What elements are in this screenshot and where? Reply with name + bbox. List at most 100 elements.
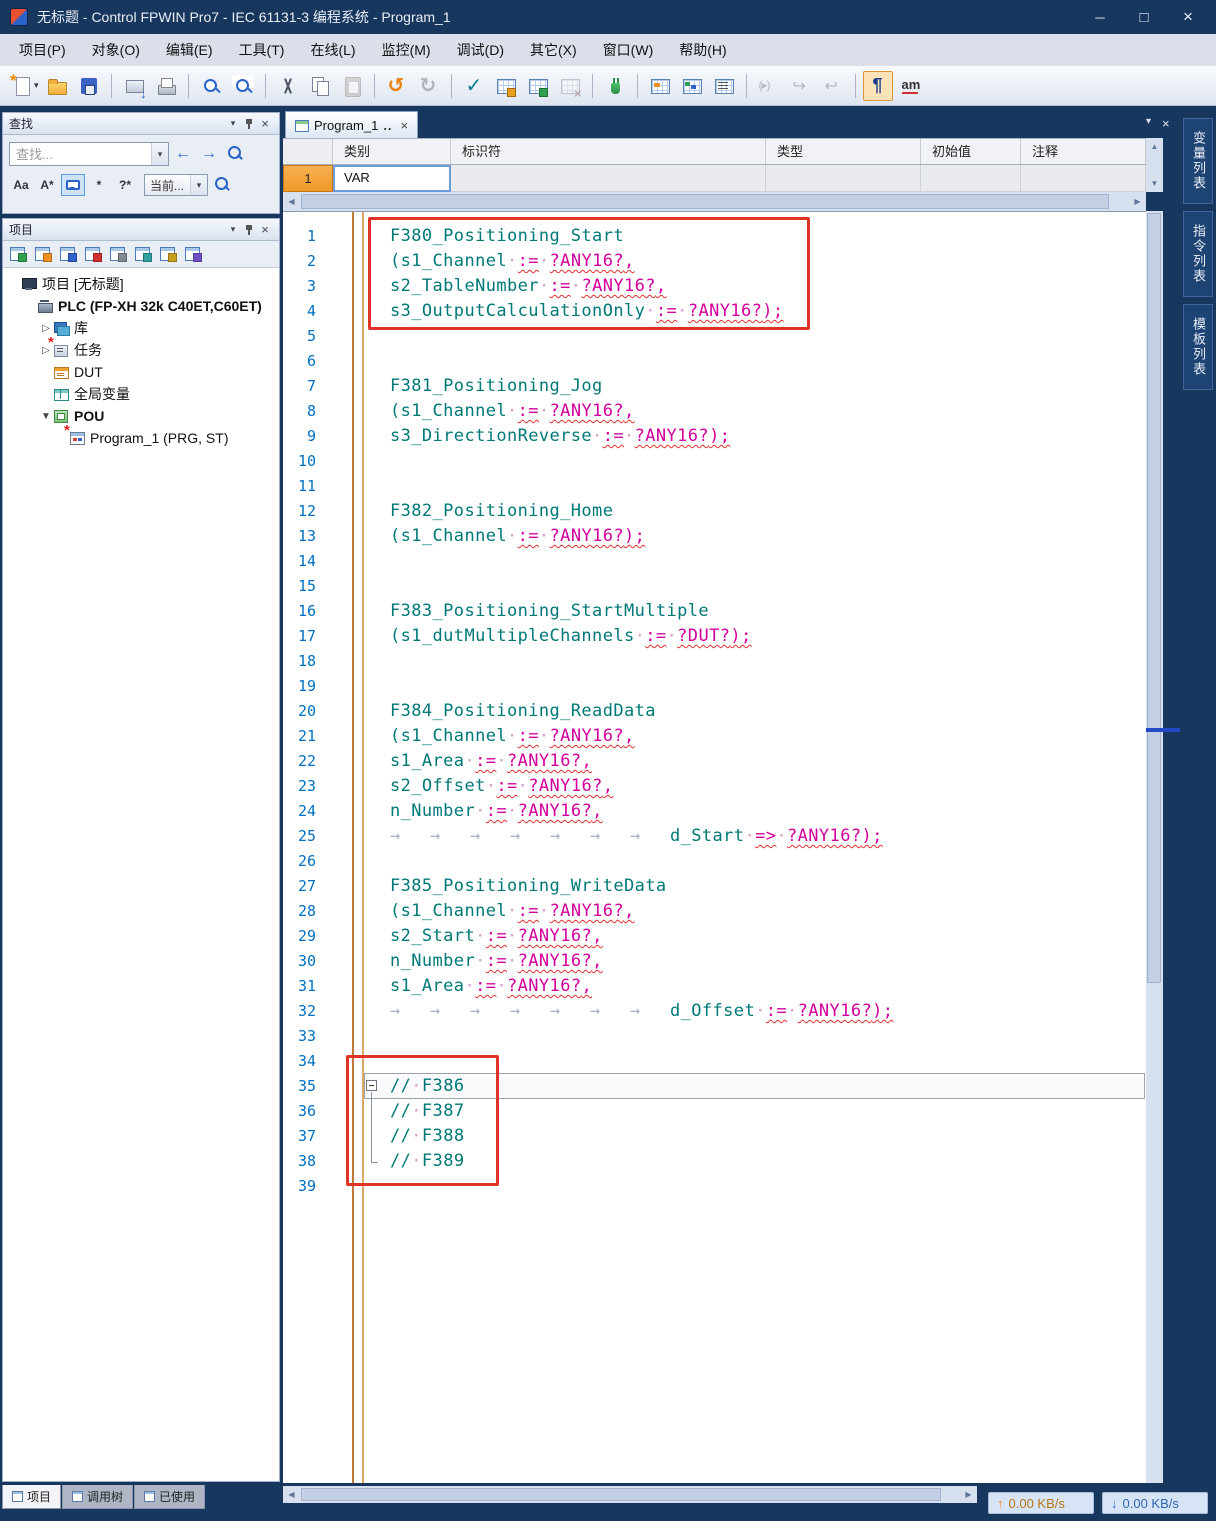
find-next-button[interactable] (197, 142, 221, 166)
panel-menu-icon[interactable] (225, 116, 241, 132)
add-dut-button[interactable] (32, 243, 54, 265)
code-line[interactable]: //·F389 (390, 1149, 1146, 1174)
open-object-button[interactable] (107, 243, 129, 265)
side-tab-variable-list[interactable]: 变量列表 (1183, 118, 1213, 204)
tree-item-library[interactable]: ▷库 (3, 317, 279, 339)
column-header-identifier[interactable]: 标识符 (451, 139, 766, 164)
monitor-grid-button[interactable] (677, 71, 707, 101)
code-line[interactable]: s2_Start·:=·?ANY16?, (390, 924, 1146, 949)
search-icon[interactable] (223, 142, 247, 166)
code-line[interactable]: F385_Positioning_WriteData (390, 874, 1146, 899)
add-pou-button[interactable] (7, 243, 29, 265)
tree-item-plc[interactable]: PLC (FP-XH 32k C40ET,C60ET) (3, 295, 279, 317)
data-monitor-button[interactable] (709, 71, 739, 101)
breakpoint-clear-button[interactable] (818, 71, 848, 101)
delete-object-button[interactable] (132, 243, 154, 265)
code-line[interactable]: →→→→→→→d_Start·=>·?ANY16?); (390, 824, 1146, 849)
code-line[interactable]: F382_Positioning_Home (390, 499, 1146, 524)
properties-button[interactable] (157, 243, 179, 265)
show-special-characters-button[interactable] (863, 71, 893, 101)
import-button[interactable] (119, 71, 149, 101)
code-line[interactable]: (s1_Channel·:=·?ANY16?, (390, 249, 1146, 274)
code-line[interactable]: s1_Area·:=·?ANY16?, (390, 974, 1146, 999)
var-cell-initial-value[interactable] (921, 165, 1021, 192)
new-file-button[interactable]: ▾ (9, 71, 40, 101)
menu-edit[interactable]: 编辑(E) (153, 34, 226, 66)
code-line[interactable]: n_Number·:=·?ANY16?, (390, 949, 1146, 974)
match-word-button[interactable]: A* (35, 174, 59, 196)
code-editor[interactable]: 1234567891011121314151617181920212223242… (283, 211, 1146, 1483)
code-line[interactable]: n_Number·:=·?ANY16?, (390, 799, 1146, 824)
code-line[interactable]: s3_DirectionReverse·:=·?ANY16?); (390, 424, 1146, 449)
code-line[interactable]: →→→→→→→d_Offset·:=·?ANY16?); (390, 999, 1146, 1024)
code-line[interactable]: F384_Positioning_ReadData (390, 699, 1146, 724)
search-history-dropdown-icon[interactable] (151, 143, 168, 165)
copy-button[interactable] (305, 71, 335, 101)
code-line[interactable] (390, 349, 1146, 374)
scrollbar-thumb[interactable] (1147, 213, 1161, 983)
search-comments-button[interactable] (61, 174, 85, 196)
menu-debug[interactable]: 调试(D) (444, 34, 517, 66)
var-cell-type[interactable] (766, 165, 921, 192)
code-line[interactable] (390, 1049, 1146, 1074)
compile-button[interactable] (491, 71, 521, 101)
code-line[interactable]: (s1_dutMultipleChannels·:=·?DUT?); (390, 624, 1146, 649)
breakpoint-set-button[interactable] (786, 71, 816, 101)
close-document-icon[interactable] (1162, 116, 1170, 131)
check-project-button[interactable] (555, 71, 585, 101)
paste-object-button[interactable] (82, 243, 104, 265)
code-line[interactable]: s3_OutputCalculationOnly·:=·?ANY16?); (390, 299, 1146, 324)
view-mode-button[interactable] (182, 243, 204, 265)
code-line[interactable]: F380_Positioning_Start (390, 224, 1146, 249)
code-line[interactable] (390, 1024, 1146, 1049)
cut-button[interactable] (273, 71, 303, 101)
scope-dropdown-icon[interactable] (190, 175, 207, 195)
print-button[interactable] (151, 71, 181, 101)
code-line[interactable]: //·F387 (390, 1099, 1146, 1124)
code-line[interactable] (390, 474, 1146, 499)
menu-online[interactable]: 在线(L) (297, 34, 368, 66)
close-tab-icon[interactable] (401, 118, 409, 133)
scroll-up-icon[interactable] (1146, 138, 1163, 155)
search-input[interactable] (10, 143, 151, 165)
column-header-comment[interactable]: 注释 (1021, 139, 1146, 164)
grid-horizontal-scrollbar[interactable] (283, 192, 1146, 211)
redo-button[interactable] (414, 71, 444, 101)
code-line[interactable]: (s1_Channel·:=·?ANY16?, (390, 399, 1146, 424)
code-line[interactable]: (s1_Channel·:=·?ANY16?, (390, 899, 1146, 924)
close-panel-icon[interactable] (257, 116, 273, 132)
var-grid-row[interactable]: 1 VAR (283, 165, 1146, 192)
scroll-down-icon[interactable] (1146, 175, 1163, 192)
save-project-button[interactable] (74, 71, 104, 101)
menu-tools[interactable]: 工具(T) (226, 34, 298, 66)
menu-window[interactable]: 窗口(W) (590, 34, 667, 66)
code-line[interactable] (390, 674, 1146, 699)
side-tab-template-list[interactable]: 模板列表 (1183, 304, 1213, 390)
code-line[interactable] (390, 324, 1146, 349)
scroll-right-icon[interactable] (1129, 193, 1146, 210)
tree-item-global-vars[interactable]: 全局变量 (3, 383, 279, 405)
panel-menu-icon[interactable] (225, 222, 241, 238)
tab-list-dropdown-icon[interactable] (1146, 116, 1151, 131)
open-project-button[interactable] (42, 71, 72, 101)
tree-item-dut[interactable]: DUT (3, 361, 279, 383)
code-line[interactable]: F383_Positioning_StartMultiple (390, 599, 1146, 624)
var-cell-comment[interactable] (1021, 165, 1146, 192)
search-scope-combo[interactable]: 当前... (144, 174, 208, 196)
online-mode-button[interactable] (600, 71, 630, 101)
menu-project[interactable]: 项目(P) (6, 34, 79, 66)
code-line[interactable] (390, 574, 1146, 599)
undo-button[interactable] (382, 71, 412, 101)
tree-expander-icon[interactable]: ▷ (39, 323, 53, 334)
code-line[interactable]: (s1_Channel·:=·?ANY16?); (390, 524, 1146, 549)
code-line[interactable] (390, 449, 1146, 474)
tree-item-pou[interactable]: ▼POU (3, 405, 279, 427)
close-button[interactable] (1166, 7, 1210, 27)
code-line[interactable]: s2_Offset·:=·?ANY16?, (390, 774, 1146, 799)
maximize-button[interactable] (1122, 9, 1166, 26)
code-line[interactable]: //·F386 (390, 1074, 1146, 1099)
menu-help[interactable]: 帮助(H) (666, 34, 739, 66)
code-line[interactable] (390, 649, 1146, 674)
tree-item-program1[interactable]: *Program_1 (PRG, ST) (3, 427, 279, 449)
tree-item-project-root[interactable]: 项目 [无标题] (3, 273, 279, 295)
